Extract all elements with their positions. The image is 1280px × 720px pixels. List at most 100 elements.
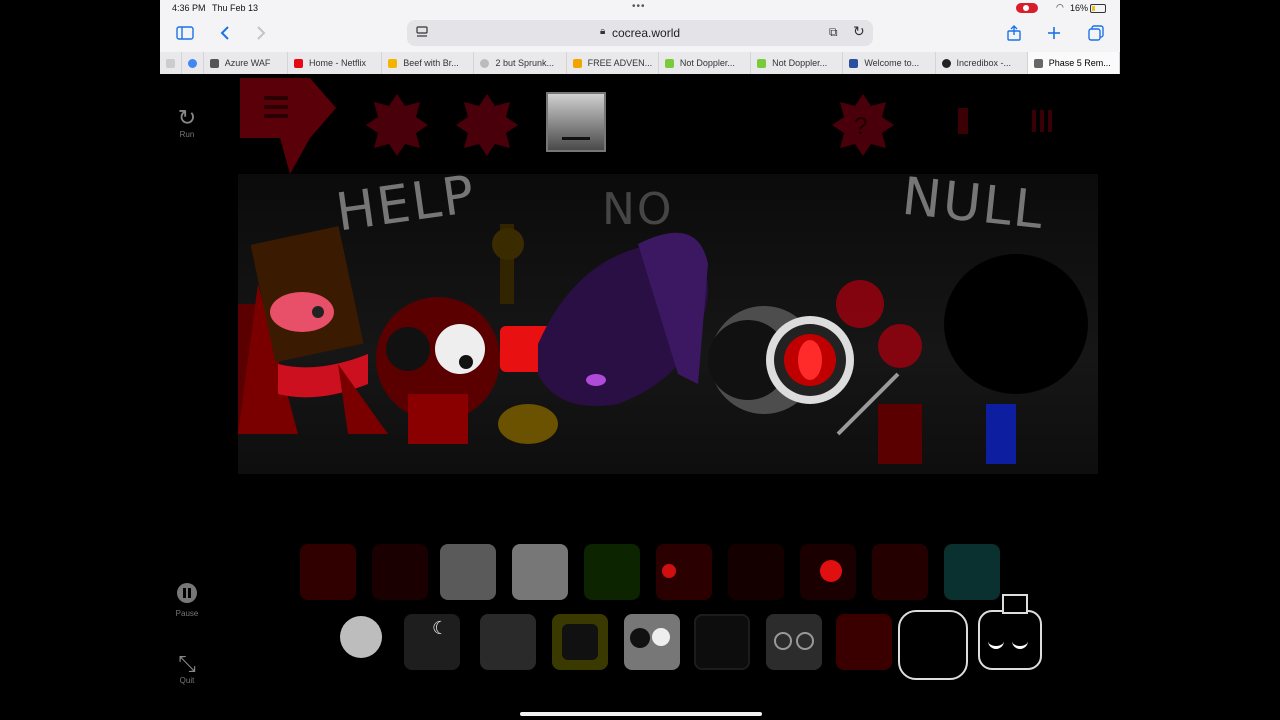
record-slot-button[interactable] (546, 92, 606, 152)
run-label: Run (179, 130, 195, 139)
tab-overview-icon[interactable] (1085, 23, 1107, 43)
svg-text:?: ? (854, 113, 867, 140)
tab-item[interactable]: Not Doppler... (751, 52, 844, 74)
red-dot-icon (662, 564, 676, 578)
game-canvas[interactable]: ↻ Run Pause ⤡ Quit ? HELP NO NULL ☾ (160, 74, 1120, 720)
monster-mouth-icon (562, 624, 598, 660)
character-slot[interactable] (584, 544, 640, 600)
favicon-icon (166, 58, 175, 68)
share-icon[interactable] (1003, 23, 1025, 43)
status-bar: 4:36 PM Thu Feb 13 ••• ◠ 16% (160, 0, 1120, 16)
character-1[interactable] (238, 226, 388, 434)
favicon-icon (480, 58, 490, 68)
tab-item[interactable] (182, 52, 204, 74)
tab-strip: Azure WAF Home - Netflix Beef with Br...… (160, 52, 1120, 74)
character-slot[interactable] (372, 544, 428, 600)
bar-icon (958, 108, 968, 134)
lock-icon: 🔒︎ (600, 26, 606, 37)
tab-item[interactable]: Beef with Br... (382, 52, 475, 74)
tab-label: Azure WAF (224, 58, 271, 68)
eye-icon (652, 628, 670, 646)
quit-label: Quit (179, 676, 195, 685)
character-slot[interactable] (872, 544, 928, 600)
ipad-screen: 4:36 PM Thu Feb 13 ••• ◠ 16% 🔒︎ cocrea.w… (160, 0, 1120, 720)
tab-label: Beef with Br... (403, 58, 459, 68)
multitasking-dots-icon[interactable]: ••• (632, 1, 646, 12)
tab-item[interactable] (160, 52, 182, 74)
eye-icon (796, 632, 814, 650)
close-tab-icon[interactable] (1033, 58, 1043, 68)
favicon-icon (941, 58, 951, 68)
favicon-icon (209, 58, 219, 68)
tab-item[interactable]: Welcome to... (843, 52, 936, 74)
new-tab-icon[interactable] (1043, 23, 1065, 43)
moon-icon: ☾ (432, 618, 449, 638)
pause-bars-icon[interactable] (1030, 110, 1054, 132)
character-slot[interactable] (440, 544, 496, 600)
tab-item[interactable]: Home - Netflix (288, 52, 383, 74)
star-badge-icon[interactable] (454, 92, 520, 158)
home-indicator[interactable] (520, 712, 762, 716)
character-slot-outline[interactable] (978, 594, 1042, 670)
tab-item[interactable]: Incredibox -... (936, 52, 1028, 74)
character-4[interactable] (538, 232, 708, 406)
character-slot[interactable] (944, 544, 1000, 600)
characters-layer (238, 224, 1088, 464)
character-slot[interactable] (300, 544, 356, 600)
sidebar-toggle-icon[interactable] (174, 23, 196, 43)
star-badge-icon[interactable] (364, 92, 430, 158)
tab-item-active[interactable]: Phase 5 Rem... (1027, 52, 1120, 74)
character-7[interactable] (944, 254, 1088, 464)
menu-icon[interactable] (240, 78, 336, 174)
favicon-icon (388, 58, 398, 68)
tab-label: Welcome to... (864, 58, 920, 68)
extensions-icon[interactable]: ⧉ (829, 25, 838, 40)
character-slot[interactable] (656, 544, 712, 600)
favicon-icon (849, 58, 859, 68)
character-slot[interactable] (694, 614, 750, 670)
tab-label: FREE ADVEN... (587, 58, 653, 68)
battery-icon (1090, 4, 1106, 13)
pause-button[interactable]: Pause (172, 582, 202, 618)
screen-recording-icon (1016, 3, 1038, 13)
wifi-icon: ◠ (1056, 2, 1064, 12)
tab-item[interactable]: Not Doppler... (659, 52, 752, 74)
character-slot[interactable] (512, 544, 568, 600)
red-dot-icon (820, 560, 842, 582)
character-slot[interactable]: ☾ (404, 614, 460, 670)
favicon-icon (664, 58, 674, 68)
browser-toolbar: 🔒︎ cocrea.world ⧉ ↻ (160, 16, 1120, 52)
eye-patch-icon (630, 628, 650, 648)
page-menu-icon[interactable] (415, 25, 429, 39)
back-button[interactable] (214, 23, 236, 43)
refresh-icon: ↻ (177, 105, 197, 130)
character-slot[interactable] (340, 616, 382, 658)
tab-item[interactable]: 2 but Sprunk... (474, 52, 567, 74)
pause-label: Pause (175, 609, 199, 618)
tab-item[interactable]: Azure WAF (204, 52, 289, 74)
character-slot[interactable] (836, 614, 892, 670)
character-slot[interactable] (624, 614, 680, 670)
tab-item[interactable]: FREE ADVEN... (567, 52, 659, 74)
quit-button[interactable]: ⤡ Quit (172, 652, 202, 686)
netflix-icon (294, 58, 304, 68)
character-slot[interactable] (766, 614, 822, 670)
google-icon (187, 58, 197, 68)
help-icon[interactable]: ? (830, 92, 896, 158)
character-slot[interactable] (480, 614, 536, 670)
stage-background: HELP NO NULL (238, 165, 1098, 474)
address-bar[interactable]: 🔒︎ cocrea.world ⧉ ↻ (407, 20, 873, 46)
forward-button[interactable] (250, 23, 272, 43)
top-hat-icon (1002, 594, 1028, 614)
line-icon (562, 137, 590, 140)
reload-icon[interactable]: ↻ (853, 23, 865, 40)
character-slot-outline[interactable] (898, 610, 968, 680)
character-2[interactable] (376, 297, 500, 444)
eye-icon (1012, 636, 1028, 649)
character-slot[interactable] (800, 544, 856, 600)
tab-label: Phase 5 Rem... (1048, 58, 1111, 68)
character-slot[interactable] (728, 544, 784, 600)
url-text: cocrea.world (612, 26, 681, 40)
run-button[interactable]: ↻ Run (172, 105, 202, 140)
character-slot[interactable] (552, 614, 608, 670)
